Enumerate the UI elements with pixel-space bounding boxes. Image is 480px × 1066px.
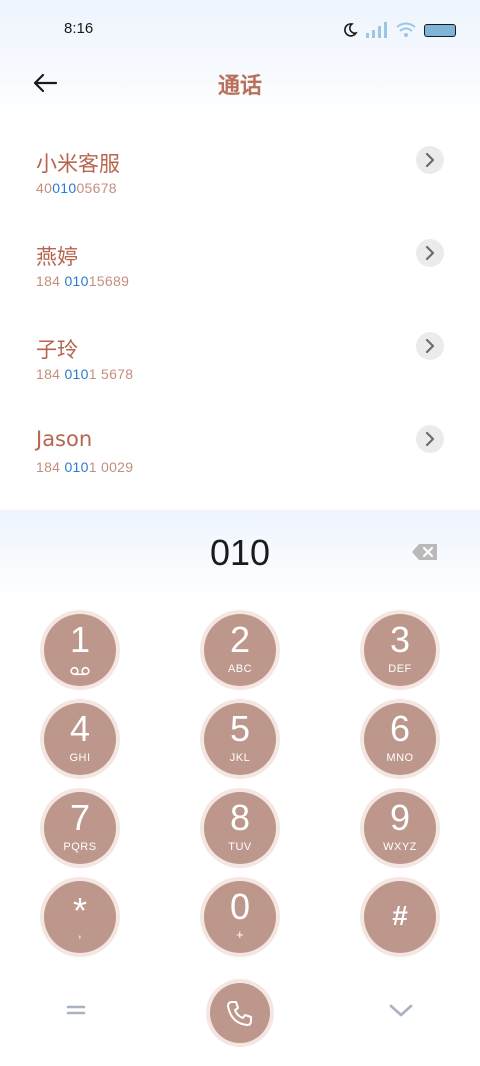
- collapse-keypad-button[interactable]: [388, 1000, 416, 1024]
- number-match: 010: [64, 273, 89, 289]
- detail-button[interactable]: [416, 146, 444, 174]
- result-row[interactable]: Jason 184 0101 0029: [0, 409, 480, 502]
- number-prefix: 184: [36, 273, 65, 289]
- key-9[interactable]: 9 WXYZ: [364, 792, 436, 864]
- chevron-right-icon: [425, 153, 435, 167]
- key-letters: WXYZ: [383, 841, 417, 853]
- key-digit: 3: [389, 619, 411, 660]
- key-digit: 1: [69, 619, 91, 660]
- number-match: 010: [64, 459, 89, 475]
- phone-icon: [227, 1001, 252, 1026]
- moon-icon: [344, 23, 358, 37]
- key-letters: ABC: [227, 663, 253, 675]
- number-match: 010: [52, 180, 77, 196]
- key-letters: PQRS: [63, 841, 97, 853]
- number-suffix: 15689: [88, 273, 130, 289]
- voicemail-icon: [70, 666, 90, 676]
- key-letters: ,: [77, 925, 83, 940]
- backspace-icon: [412, 544, 437, 560]
- key-5[interactable]: 5 JKL: [204, 703, 276, 775]
- key-digit: 9: [389, 797, 411, 838]
- result-row[interactable]: 燕婷 184 01015689: [0, 223, 480, 316]
- key-7[interactable]: 7 PQRS: [44, 792, 116, 864]
- status-bar: 8:16: [0, 0, 480, 62]
- key-digit: 0: [229, 886, 251, 927]
- key-4[interactable]: 4 GHI: [44, 703, 116, 775]
- key-letters: DEF: [388, 663, 412, 675]
- battery-icon: [424, 23, 456, 37]
- number-suffix: 1 0029: [88, 459, 134, 475]
- signal-icon: [366, 22, 387, 38]
- wifi-icon: [396, 22, 416, 37]
- number-suffix: 05678: [76, 180, 117, 196]
- key-1[interactable]: 1: [44, 614, 116, 686]
- result-row[interactable]: 小米客服 4001005678: [0, 130, 480, 223]
- result-row[interactable]: 子玲 184 0101 5678: [0, 316, 480, 409]
- key-digit: 4: [69, 708, 91, 749]
- key-letters: GHI: [69, 752, 91, 764]
- status-icons: [342, 18, 456, 42]
- status-time: 8:16: [64, 20, 94, 37]
- number-prefix: 40: [36, 180, 53, 196]
- key-letters: MNO: [386, 752, 414, 764]
- dialer-panel: 010 1 2 ABC 3 DEF 4 GHI 5 JKL 6 MNO 7 PQ…: [0, 510, 480, 1066]
- key-digit: 6: [389, 708, 411, 749]
- number-prefix: 184: [36, 459, 65, 475]
- call-button[interactable]: [210, 983, 270, 1043]
- contact-number: 4001005678: [36, 180, 117, 196]
- detail-button[interactable]: [416, 239, 444, 267]
- chevron-right-icon: [425, 339, 435, 353]
- header: 通话: [0, 62, 480, 106]
- number-prefix: 184: [36, 366, 65, 382]
- contact-number: 184 0101 5678: [36, 366, 133, 382]
- dialed-number[interactable]: 010: [0, 532, 480, 574]
- equals-menu-icon: [66, 1005, 86, 1015]
- number-suffix: 1 5678: [88, 366, 134, 382]
- key-digit: 7: [69, 797, 91, 838]
- detail-button[interactable]: [416, 425, 444, 453]
- key-8[interactable]: 8 TUV: [204, 792, 276, 864]
- key-digit: 2: [229, 619, 251, 660]
- key-digit: #: [392, 900, 408, 931]
- key-3[interactable]: 3 DEF: [364, 614, 436, 686]
- key-2[interactable]: 2 ABC: [204, 614, 276, 686]
- key-6[interactable]: 6 MNO: [364, 703, 436, 775]
- detail-button[interactable]: [416, 332, 444, 360]
- chevron-right-icon: [425, 432, 435, 446]
- key-hash[interactable]: #: [364, 881, 436, 953]
- contact-name: 燕婷: [36, 245, 78, 269]
- key-letters: JKL: [229, 752, 251, 764]
- contact-number: 184 01015689: [36, 273, 129, 289]
- menu-button[interactable]: [64, 1000, 90, 1024]
- key-letters: TUV: [228, 841, 252, 853]
- contact-number: 184 0101 0029: [36, 459, 133, 475]
- key-digit: 8: [229, 797, 251, 838]
- number-match: 010: [64, 366, 89, 382]
- backspace-button[interactable]: [411, 542, 441, 564]
- chevron-right-icon: [425, 246, 435, 260]
- key-letters: +: [235, 927, 245, 942]
- key-0[interactable]: 0 +: [204, 881, 276, 953]
- contact-name: 子玲: [36, 338, 78, 362]
- key-digit: 5: [229, 708, 251, 749]
- key-star[interactable]: * ,: [44, 881, 116, 953]
- contact-name: Jason: [36, 427, 93, 451]
- chevron-down-icon: [389, 1004, 413, 1017]
- page-title: 通话: [217, 74, 262, 99]
- search-results: 小米客服 4001005678 燕婷 184 01015689 子玲 184 0…: [0, 130, 480, 502]
- contact-name: 小米客服: [36, 152, 120, 176]
